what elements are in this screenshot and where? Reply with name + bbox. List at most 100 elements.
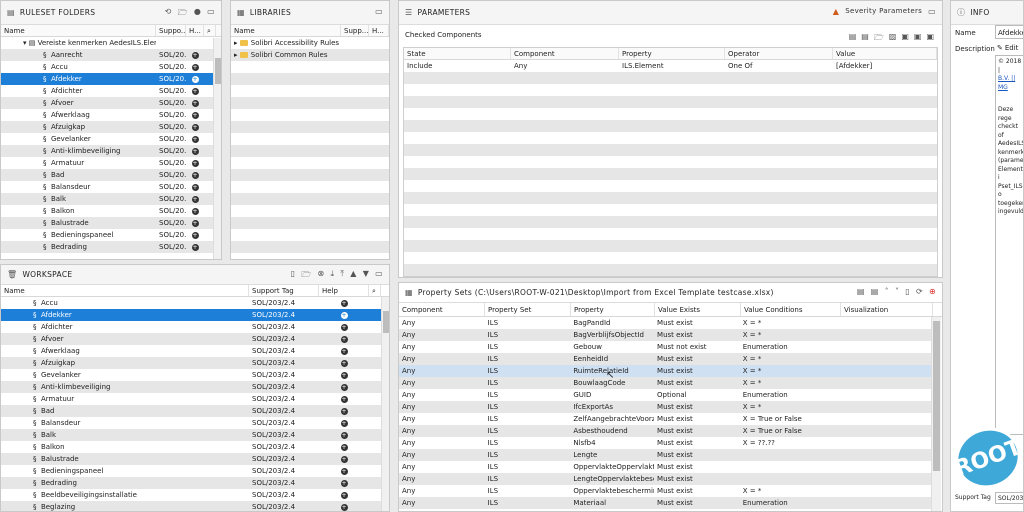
help-icon[interactable]: + — [191, 232, 199, 239]
open-icon[interactable]: 🗁 — [874, 32, 884, 46]
maximize-icon[interactable]: ▭ — [375, 7, 383, 16]
table-icon[interactable]: ▤ — [849, 32, 857, 46]
tree-item[interactable]: § Balkon SOL/20... + — [1, 205, 213, 217]
open-folder-icon[interactable]: 🗁 — [178, 7, 188, 21]
help-icon[interactable]: + — [340, 396, 348, 403]
workspace-item[interactable]: § Armatuur SOL/203/2.4 + — [1, 393, 381, 405]
help-cell[interactable]: + — [319, 345, 369, 357]
help-icon[interactable]: + — [191, 220, 199, 227]
add-row-icon[interactable]: ▤ — [871, 287, 879, 296]
help-cell[interactable]: + — [186, 169, 204, 181]
clear-icon[interactable]: ⊗ — [318, 269, 325, 283]
import-icon[interactable]: ⊕ — [929, 287, 936, 296]
workspace-item[interactable]: § Balk SOL/203/2.4 + — [1, 429, 381, 441]
help-cell[interactable]: + — [319, 393, 369, 405]
col-support[interactable]: Suppo... — [156, 25, 186, 36]
help-cell[interactable]: + — [319, 297, 369, 309]
help-cell[interactable]: + — [319, 441, 369, 453]
workspace-item[interactable]: § Gevelanker SOL/203/2.4 + — [1, 369, 381, 381]
property-row[interactable]: Any ILS GUID Optional Enumeration — [399, 389, 931, 401]
help-cell[interactable]: + — [186, 97, 204, 109]
tree-item[interactable]: § Bad SOL/20... + — [1, 169, 213, 181]
support-tag-field[interactable]: SOL/203/ — [995, 492, 1023, 504]
help-icon[interactable]: + — [191, 64, 199, 71]
tree-item[interactable]: § Aanrecht SOL/20... + — [1, 49, 213, 61]
property-row[interactable]: Any ILS Asbesthoudend Must exist X = True or… — [399, 425, 931, 437]
move-up-icon[interactable]: ▲ — [350, 269, 356, 283]
workspace-item[interactable]: § Beeldbeveiligingsinstallatie SOL/203/2.… — [1, 489, 381, 501]
col-value-conditions[interactable]: Value Conditions — [741, 303, 841, 316]
scrollbar[interactable] — [381, 297, 389, 511]
maximize-icon[interactable]: ▭ — [207, 7, 215, 21]
name-field[interactable]: Afdekker — [995, 25, 1023, 39]
help-cell[interactable]: + — [319, 501, 369, 511]
col-attach[interactable]: ⌕ — [369, 285, 381, 296]
tree-item[interactable]: § Bedrading SOL/20... + — [1, 241, 213, 253]
copy-icon[interactable]: ▣ — [901, 32, 909, 46]
library-item[interactable]: ▸ Solibri Common Rules — [231, 49, 389, 61]
help-icon[interactable]: + — [340, 432, 348, 439]
download-icon[interactable]: ⤓ — [331, 269, 335, 283]
workspace-item[interactable]: § Afzuigkap SOL/203/2.4 + — [1, 357, 381, 369]
help-icon[interactable]: + — [340, 372, 348, 379]
property-row[interactable]: Any ILS Oppervlaktebescherming Must exist X … — [399, 485, 931, 497]
help-cell[interactable]: + — [186, 181, 204, 193]
edit-button[interactable]: ✎ Edit — [997, 44, 1018, 52]
property-row[interactable]: Any ILS IfcExportAs Must exist X = * — [399, 401, 931, 413]
help-cell[interactable]: + — [186, 241, 204, 253]
help-cell[interactable]: + — [319, 477, 369, 489]
tree-item[interactable]: § Afwerklaag SOL/20... + — [1, 109, 213, 121]
col-value[interactable]: Value — [833, 48, 937, 59]
col-component[interactable]: Component — [511, 48, 619, 59]
col-support-tag[interactable]: Support Tag — [249, 285, 319, 296]
help-icon[interactable]: + — [191, 76, 199, 83]
property-row[interactable]: Any ILS EenheidId Must exist X = * — [399, 353, 931, 365]
col-name[interactable]: Name — [1, 285, 249, 296]
help-icon[interactable]: + — [340, 336, 348, 343]
col-help[interactable]: H... — [369, 25, 389, 36]
col-name[interactable]: Name — [231, 25, 341, 36]
severity-button[interactable]: Severity Parameters — [845, 7, 922, 16]
help-icon[interactable]: + — [340, 348, 348, 355]
workspace-item[interactable]: § Accu SOL/203/2.4 + — [1, 297, 381, 309]
save-icon[interactable]: ▨ — [889, 32, 897, 46]
property-row[interactable]: Any ILS BagVerblijfsObjectId Must exist X = … — [399, 329, 931, 341]
tree-item[interactable]: § Balustrade SOL/20... + — [1, 217, 213, 229]
help-icon[interactable]: + — [191, 244, 199, 251]
help-cell[interactable]: + — [186, 217, 204, 229]
help-cell[interactable]: + — [319, 465, 369, 477]
tree-item[interactable]: § Afvoer SOL/20... + — [1, 97, 213, 109]
property-row[interactable]: Any ILS LengteOppervlaktebescher...Must ex… — [399, 473, 931, 485]
property-row[interactable]: Any ILS Materiaal Must exist Enumeration — [399, 497, 931, 509]
workspace-item[interactable]: § Anti-klimbeveiliging SOL/203/2.4 + — [1, 381, 381, 393]
help-icon[interactable]: + — [340, 420, 348, 427]
maximize-icon[interactable]: ▭ — [375, 269, 383, 283]
help-icon[interactable]: + — [191, 136, 199, 143]
help-cell[interactable]: + — [319, 489, 369, 501]
help-cell[interactable]: + — [186, 145, 204, 157]
help-cell[interactable]: + — [319, 429, 369, 441]
move-down-icon[interactable]: ▼ — [363, 269, 369, 283]
property-row[interactable]: Any ILS BagPandId Must exist X = * — [399, 317, 931, 329]
col-help[interactable]: Help — [319, 285, 369, 296]
help-icon[interactable]: + — [191, 208, 199, 215]
parameter-row[interactable]: Include Any ILS.Element One Of [Afdekker] — [404, 60, 937, 72]
workspace-item[interactable]: § Balansdeur SOL/203/2.4 + — [1, 417, 381, 429]
help-icon[interactable]: + — [340, 456, 348, 463]
description-box[interactable]: © 2018 | B.V. || MG Deze rege checkt of Ae… — [995, 55, 1023, 435]
help-icon[interactable]: + — [191, 172, 199, 179]
help-cell[interactable]: + — [186, 121, 204, 133]
help-cell[interactable]: + — [186, 157, 204, 169]
workspace-item[interactable]: § Bedrading SOL/203/2.4 + — [1, 477, 381, 489]
property-row[interactable]: Any ILS ZelfAangebrachteVoorzieni...Must e… — [399, 413, 931, 425]
workspace-item[interactable]: § Balustrade SOL/203/2.4 + — [1, 453, 381, 465]
property-row[interactable]: Any ILS BouwlaagCode Must exist X = * — [399, 377, 931, 389]
help-cell[interactable]: + — [319, 333, 369, 345]
help-icon[interactable]: + — [340, 444, 348, 451]
help-icon[interactable]: + — [191, 88, 199, 95]
scrollbar[interactable] — [213, 38, 221, 259]
tree-item[interactable]: § Armatuur SOL/20... + — [1, 157, 213, 169]
help-icon[interactable]: + — [340, 504, 348, 511]
table-icon[interactable]: ▤ — [857, 287, 865, 296]
property-row[interactable]: Any ILS Nlsfb4 Must exist X = ??.?? — [399, 437, 931, 449]
